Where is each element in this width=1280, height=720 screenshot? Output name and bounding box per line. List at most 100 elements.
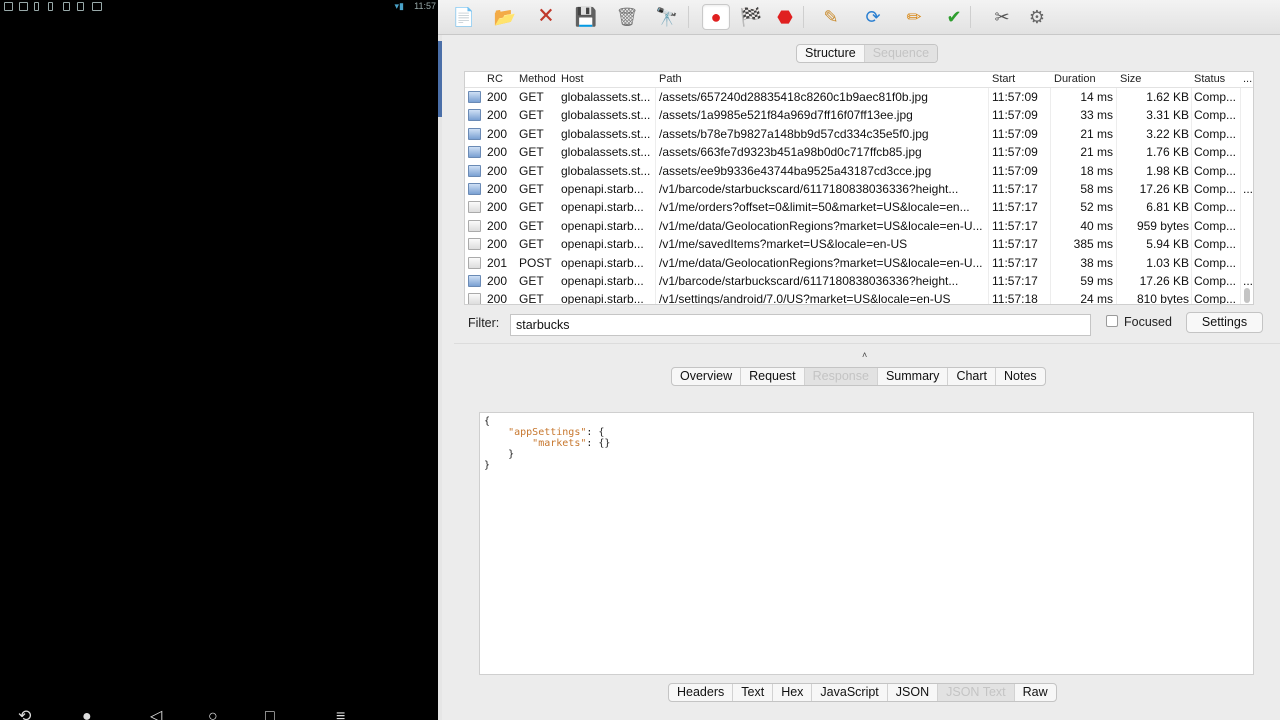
focused-checkbox[interactable] — [1106, 315, 1118, 327]
cell-status: Comp... — [1194, 200, 1237, 215]
save-session-icon[interactable]: 💾 — [572, 4, 600, 30]
col-size[interactable]: Size — [1120, 73, 1141, 85]
cell-method: GET — [519, 126, 544, 141]
cell-start: 11:57:17 — [992, 200, 1038, 215]
table-row[interactable]: 200 GET openapi.starb... /v1/settings/andro… — [465, 290, 1241, 305]
cell-start: 11:57:17 — [992, 182, 1038, 196]
cell-start: 11:57:09 — [992, 145, 1038, 160]
cell-host: globalassets.st... — [561, 145, 651, 160]
validate-icon[interactable]: ✏ — [900, 4, 928, 30]
cell-path: /assets/657240d28835418c8260c1b9aec81f0b… — [659, 90, 928, 104]
edit-icon[interactable]: ✎ — [817, 4, 845, 30]
cell-size: 17.26 KB — [1139, 274, 1189, 288]
table-header: RC Method Host Path Start Duration Size … — [465, 72, 1253, 88]
cell-status: Comp... — [1194, 292, 1237, 305]
table-scrollbar[interactable] — [1244, 288, 1250, 303]
tab-summary[interactable]: Summary — [876, 368, 947, 385]
response-json-view[interactable]: { "appSettings": { "markets": {} } } — [479, 412, 1254, 675]
cell-method: GET — [519, 292, 544, 305]
split-divider[interactable] — [454, 343, 1280, 344]
table-row[interactable]: 200 GET globalassets.st... /assets/1a9985e5… — [465, 106, 1241, 124]
cell-path: /v1/me/savedItems?market=US&locale=en-US — [659, 237, 908, 252]
cell-host: globalassets.st... — [561, 108, 651, 123]
col-method[interactable]: Method — [519, 73, 556, 85]
col-duration[interactable]: Duration — [1054, 73, 1096, 85]
col-start[interactable]: Start — [992, 73, 1015, 85]
breakpoints-icon[interactable]: ⬣ — [771, 4, 799, 30]
table-row[interactable]: 201 POST openapi.starb... /v1/me/data/Geolo… — [465, 254, 1241, 272]
tools-icon[interactable]: ✂ — [988, 4, 1016, 30]
table-row[interactable]: 200 GET globalassets.st... /assets/ee9b9336… — [465, 162, 1241, 180]
cell-path: /v1/barcode/starbuckscard/61171808380363… — [659, 274, 959, 288]
cell-path: /assets/663fe7d9323b451a98b0d0c717ffcb85… — [659, 145, 922, 160]
cell-duration: 58 ms — [1080, 182, 1113, 196]
table-row[interactable]: 200 GET globalassets.st... /assets/663fe7d9… — [465, 143, 1241, 161]
record-icon[interactable]: ● — [702, 4, 730, 30]
cell-method: GET — [519, 90, 544, 104]
new-session-icon[interactable]: 📄 — [450, 4, 478, 30]
cell-host: openapi.starb... — [561, 255, 644, 270]
json-line: "markets": {} — [484, 438, 1249, 449]
table-row[interactable]: 200 GET openapi.starb... /v1/barcode/starbu… — [465, 272, 1253, 290]
tab-hex[interactable]: Hex — [772, 684, 811, 701]
throttle-icon[interactable]: 🏁 — [737, 4, 765, 30]
menu-icon[interactable]: ≡ — [336, 709, 345, 720]
home-icon[interactable]: ○ — [208, 709, 218, 720]
tab-text[interactable]: Text — [732, 684, 772, 701]
col-status[interactable]: Status — [1194, 73, 1225, 85]
cell-method: GET — [519, 108, 544, 123]
table-row[interactable]: 200 GET openapi.starb... /v1/me/data/Geoloc… — [465, 217, 1241, 235]
table-row[interactable]: 200 GET openapi.starb... /v1/me/orders?offs… — [465, 198, 1241, 216]
tab-raw[interactable]: Raw — [1013, 684, 1056, 701]
screen-rotate-icon[interactable]: ⟲ — [18, 709, 31, 720]
tab-sequence[interactable]: Sequence — [863, 45, 938, 62]
json-key: "appSettings" — [508, 427, 587, 438]
document-icon — [468, 256, 481, 269]
mic-icon[interactable]: ● — [82, 709, 92, 720]
col-more[interactable]: ... — [1243, 73, 1252, 85]
tab-javascript[interactable]: JavaScript — [811, 684, 886, 701]
settings-button[interactable]: Settings — [1186, 312, 1263, 333]
tab-structure[interactable]: Structure — [797, 45, 864, 62]
repeat-icon[interactable]: ⟳ — [859, 4, 887, 30]
tab-json[interactable]: JSON — [886, 684, 937, 701]
cell-status: Comp... — [1194, 126, 1237, 141]
document-icon — [468, 219, 481, 232]
table-row[interactable]: 200 GET openapi.starb... /v1/me/savedItems?… — [465, 235, 1241, 253]
recents-icon[interactable]: □ — [265, 709, 275, 720]
check-icon[interactable]: ✔ — [940, 4, 968, 30]
cell-status: Comp... — [1194, 163, 1237, 178]
back-icon[interactable]: ◁ — [150, 709, 162, 720]
cell-rc: 200 — [487, 292, 508, 305]
tab-notes[interactable]: Notes — [995, 368, 1045, 385]
settings-gear-icon[interactable]: ⚙ — [1023, 4, 1051, 30]
col-rc[interactable]: RC — [487, 73, 503, 85]
col-host[interactable]: Host — [561, 73, 584, 85]
filter-input[interactable] — [510, 314, 1091, 336]
cell-method: GET — [519, 237, 544, 252]
tab-json-text[interactable]: JSON Text — [937, 684, 1014, 701]
find-icon[interactable]: 🔭 — [653, 4, 681, 30]
json-line: { — [484, 416, 491, 427]
cell-host: globalassets.st... — [561, 163, 651, 178]
download-icon — [77, 2, 84, 11]
cell-size: 1.62 KB — [1146, 90, 1189, 104]
cell-path: /v1/me/data/GeolocationRegions?market=US… — [659, 218, 983, 233]
clear-session-icon[interactable]: 🗑 — [613, 4, 641, 30]
table-row[interactable]: 200 GET openapi.starb... /v1/barcode/starbu… — [465, 180, 1253, 198]
cell-host: openapi.starb... — [561, 237, 644, 252]
sequence-table: RC Method Host Path Start Duration Size … — [464, 71, 1254, 305]
tab-response[interactable]: Response — [803, 368, 877, 385]
tab-overview[interactable]: Overview — [672, 368, 740, 385]
tab-headers[interactable]: Headers — [669, 684, 732, 701]
table-row[interactable]: 200 GET globalassets.st... /assets/657240d2… — [465, 88, 1241, 106]
split-handle-icon[interactable]: ˄ — [862, 350, 867, 360]
table-row[interactable]: 200 GET globalassets.st... /assets/b78e7b98… — [465, 125, 1241, 143]
tab-request[interactable]: Request — [740, 368, 804, 385]
cell-start: 11:57:09 — [992, 108, 1038, 123]
close-session-icon[interactable]: 🗙 — [532, 4, 560, 30]
window-edge — [438, 35, 442, 720]
open-session-icon[interactable]: 📂 — [491, 4, 519, 30]
tab-chart[interactable]: Chart — [947, 368, 995, 385]
col-path[interactable]: Path — [659, 73, 682, 85]
